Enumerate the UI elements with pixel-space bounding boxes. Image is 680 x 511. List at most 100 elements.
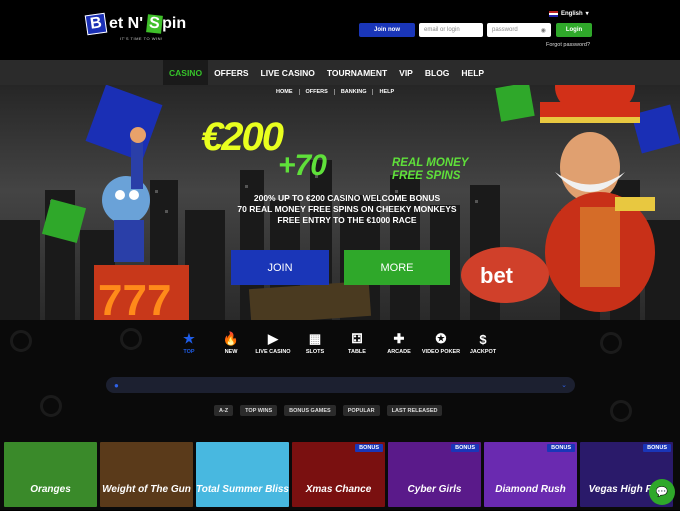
chevron-down-icon[interactable]: ⌄ (561, 381, 567, 389)
bonus-line: 70 REAL MONEY FREE SPINS ON CHEEKY MONKE… (237, 204, 457, 214)
game-filters: A-Z TOP WINS BONUS GAMES POPULAR LAST RELEAS… (214, 405, 443, 416)
category-label: TOP (183, 349, 195, 355)
game-thumbnails: Oranges Weight of The Gun Total Summer Bli… (4, 442, 673, 507)
login-button[interactable]: Login (556, 23, 592, 37)
nav-item-offers[interactable]: OFFERS (208, 60, 254, 85)
dice-icon: ⚃ (351, 331, 363, 346)
free-spins-line: FREE SPINS (392, 170, 461, 182)
hero-more-button[interactable]: MORE (344, 250, 450, 285)
main-nav: CASINO OFFERS LIVE CASINO TOURNAMENT VIP BLOG… (0, 60, 680, 85)
swirl-decoration (120, 328, 142, 350)
filter-chip[interactable]: BONUS GAMES (284, 405, 336, 416)
category-tab-slots[interactable]: ▦ SLOTS (294, 331, 336, 355)
game-title: Xmas Chance (305, 484, 372, 495)
game-thumbnail[interactable]: Diamond Rush BONUS (484, 442, 577, 507)
monkey-character-illustration: 777 (94, 127, 189, 320)
nav-item-tournament[interactable]: TOURNAMENT (321, 60, 393, 85)
search-icon: ● (114, 380, 119, 390)
game-thumbnail[interactable]: Cyber Girls BONUS (388, 442, 481, 507)
hero-amount: €200 (201, 115, 284, 159)
bonus-badge: BONUS (643, 444, 671, 452)
hero-real-money-text: REAL MONEY FREE SPINS (392, 157, 468, 183)
bet-logo-decoration: bet (461, 247, 549, 303)
forgot-password-link[interactable]: Forgot password? (546, 42, 590, 48)
filter-chip[interactable]: LAST RELEASED (386, 405, 443, 416)
category-label: NEW (224, 349, 238, 355)
real-money-line: REAL MONEY (392, 157, 469, 169)
poker-chip-icon: ✪ (435, 331, 447, 346)
bonus-description: 200% UP TO €200 CASINO WELCOME BONUS 70 … (218, 193, 476, 226)
category-label: SLOTS (305, 349, 325, 355)
breadcrumb-link[interactable]: HOME (270, 89, 300, 95)
nav-item-live-casino[interactable]: LIVE CASINO (255, 60, 321, 85)
logo-b-block: B (84, 12, 108, 36)
password-placeholder: password (492, 27, 518, 33)
logo-word-part: pin (162, 15, 187, 32)
logo[interactable]: B et N' Spin IT'S TIME TO WIN! (84, 12, 196, 48)
category-label: JACKPOT (469, 349, 497, 355)
hero-join-button[interactable]: JOIN (231, 250, 329, 285)
swirl-decoration (10, 330, 32, 352)
category-label: VIDEO POKER (421, 349, 461, 355)
game-thumbnail[interactable]: Oranges (4, 442, 97, 507)
bonus-badge: BONUS (547, 444, 575, 452)
page: B et N' Spin IT'S TIME TO WIN! English ▾… (0, 0, 680, 511)
swirl-decoration (40, 395, 62, 417)
chat-icon[interactable]: 💬 (649, 479, 675, 505)
breadcrumb: HOME OFFERS BANKING HELP (270, 89, 400, 95)
category-tab-top[interactable]: ★ TOP (168, 331, 210, 355)
breadcrumb-link[interactable]: OFFERS (300, 89, 335, 95)
bonus-badge: BONUS (355, 444, 383, 452)
logo-word-part: et N' (109, 15, 144, 32)
svg-text:bet: bet (480, 263, 514, 288)
filter-chip[interactable]: POPULAR (342, 405, 380, 416)
hero-banner: HOME OFFERS BANKING HELP 777 bet €200 +7… (0, 85, 680, 320)
flag-uk-icon (549, 10, 558, 17)
filter-chip[interactable]: TOP WINS (240, 405, 278, 416)
nav-item-casino[interactable]: CASINO (163, 60, 209, 85)
flame-icon: 🔥 (222, 331, 240, 346)
chevron-down-icon: ▾ (585, 11, 589, 17)
nav-item-help[interactable]: HELP (455, 60, 490, 85)
svg-text:777: 777 (98, 276, 171, 320)
swirl-decoration (610, 400, 632, 422)
category-tab-arcade[interactable]: ✚ ARCADE (378, 331, 420, 355)
game-search-input[interactable]: ● ⌄ (106, 377, 575, 393)
nav-item-vip[interactable]: VIP (393, 60, 419, 85)
category-tab-jackpot[interactable]: $ JACKPOT (462, 332, 504, 356)
game-thumbnail[interactable]: Weight of The Gun (100, 442, 193, 507)
game-title: Oranges (30, 484, 71, 495)
category-tab-table[interactable]: ⚃ TABLE (336, 331, 378, 355)
game-title: Diamond Rush (495, 484, 566, 495)
bonus-badge: BONUS (451, 444, 479, 452)
logo-mark: B et N' Spin (84, 12, 196, 36)
game-thumbnail[interactable]: Xmas Chance BONUS (292, 442, 385, 507)
gamepad-icon: ✚ (393, 331, 405, 346)
header: B et N' Spin IT'S TIME TO WIN! English ▾… (0, 0, 680, 60)
game-thumbnail[interactable]: Total Summer Bliss (196, 442, 289, 507)
logo-tagline: IT'S TIME TO WIN! (120, 36, 163, 41)
game-title: Weight of The Gun (102, 484, 191, 495)
breadcrumb-link[interactable]: HELP (373, 89, 400, 95)
filter-chip[interactable]: A-Z (214, 405, 234, 416)
category-tab-video-poker[interactable]: ✪ VIDEO POKER (420, 331, 462, 355)
category-tabs: ★ TOP 🔥 NEW ▶ LIVE CASINO ▦ SLOTS ⚃ TABLE ✚ ARCADE ✪… (168, 331, 504, 356)
join-now-button[interactable]: Join now (359, 23, 415, 37)
game-title: Cyber Girls (407, 484, 462, 495)
category-label: TABLE (348, 349, 366, 355)
category-tab-live-casino[interactable]: ▶ LIVE CASINO (252, 331, 294, 355)
play-icon: ▶ (268, 331, 278, 346)
category-label: LIVE CASINO (255, 349, 291, 355)
email-field[interactable]: email or login (419, 23, 483, 37)
bonus-line: 200% UP TO €200 CASINO WELCOME BONUS (253, 193, 441, 203)
breadcrumb-link[interactable]: BANKING (335, 89, 374, 95)
password-field[interactable]: password ◉ (487, 23, 551, 37)
eye-icon[interactable]: ◉ (541, 27, 546, 34)
slot-machine-icon: ▦ (308, 331, 322, 346)
language-label: English (561, 10, 583, 17)
nav-item-blog[interactable]: BLOG (419, 60, 456, 85)
category-tab-new[interactable]: 🔥 NEW (210, 331, 252, 355)
language-selector[interactable]: English ▾ (549, 10, 589, 17)
game-title: Total Summer Bliss (196, 484, 289, 495)
hero-plus-spins: +70 (278, 149, 327, 182)
